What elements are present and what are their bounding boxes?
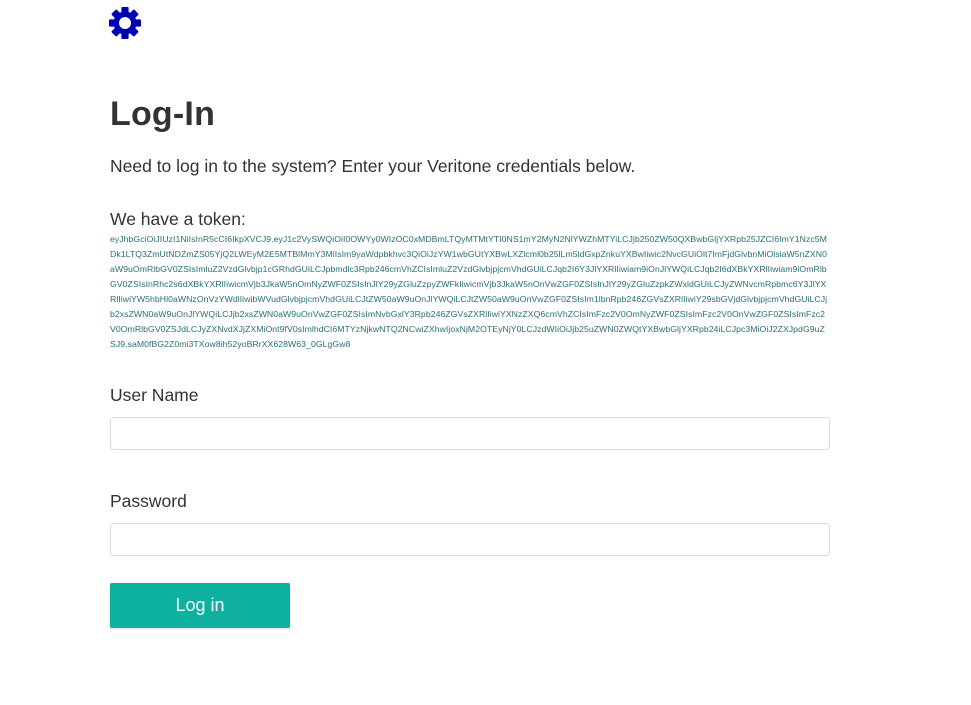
page-title: Log-In [110,95,216,133]
username-label: User Name [110,385,199,405]
login-button[interactable]: Log in [110,583,290,628]
gear-icon [108,6,142,40]
token-value: eyJhbGciOiJIUzI1NiIsInR5cCI6IkpXVCJ9.eyJ… [110,234,828,349]
login-page: Log-In Need to log in to the system? Ent… [0,0,971,705]
password-input[interactable] [110,523,830,556]
token-heading: We have a token: [110,209,246,229]
login-content: Log-In Need to log in to the system? Ent… [110,92,830,628]
password-label: Password [110,491,187,511]
username-input[interactable] [110,417,830,450]
intro-text: Need to log in to the system? Enter your… [110,156,636,176]
